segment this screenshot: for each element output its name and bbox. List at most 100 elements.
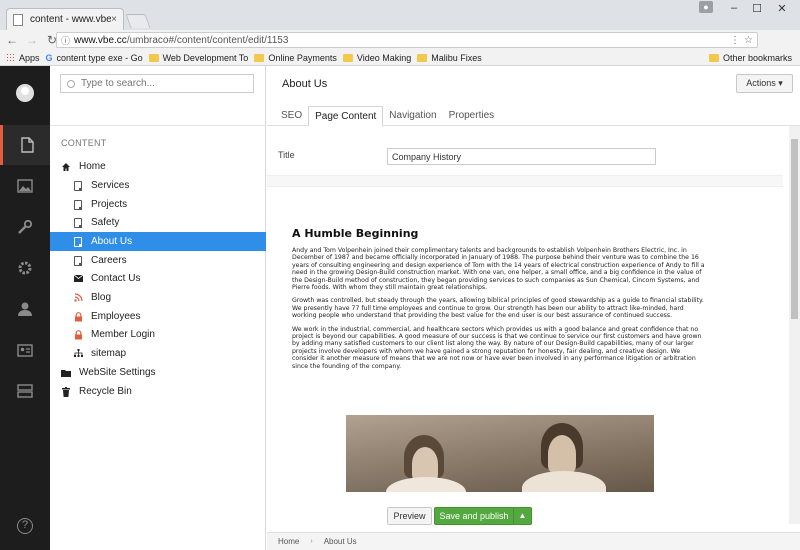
- bookmark-online-payments[interactable]: Online Payments: [254, 53, 337, 63]
- tree-node-label: Contact Us: [91, 273, 141, 284]
- tree-node-label: Home: [79, 161, 106, 172]
- save-and-publish-label: Save and publish: [439, 511, 509, 521]
- caret-up-icon[interactable]: ▲: [513, 508, 531, 524]
- user-avatar[interactable]: [16, 84, 34, 102]
- forms-section-icon[interactable]: [0, 371, 50, 411]
- tree-node-about-us[interactable]: About Us: [50, 232, 266, 251]
- tree-node-label: Member Login: [91, 329, 155, 340]
- bookmark-other[interactable]: Other bookmarks: [708, 53, 792, 63]
- folder-icon: [148, 53, 159, 62]
- breadcrumb-current[interactable]: About Us: [324, 537, 357, 546]
- tree-node-label: Recycle Bin: [79, 386, 132, 397]
- tab-close-icon[interactable]: ×: [111, 14, 117, 25]
- bookmark-video-making[interactable]: Video Making: [342, 53, 411, 63]
- tree-node-employees[interactable]: Employees: [50, 307, 266, 326]
- tab-properties[interactable]: Properties: [443, 106, 501, 126]
- minimize-button[interactable]: –: [725, 2, 743, 14]
- lock-icon: [73, 311, 83, 322]
- breadcrumb-home[interactable]: Home: [278, 537, 299, 546]
- tab-seo[interactable]: SEO: [275, 106, 308, 126]
- new-tab-button[interactable]: [125, 14, 151, 28]
- settings-wrench-icon[interactable]: [0, 207, 50, 247]
- page-title[interactable]: About Us: [282, 78, 327, 90]
- page-favicon-icon: [13, 13, 23, 26]
- bookmark-content-type[interactable]: Gcontent type exe - Go: [46, 53, 143, 63]
- tree-node-label: Blog: [91, 292, 112, 303]
- tab-page-content[interactable]: Page Content: [308, 106, 384, 127]
- bookmarks-bar: Apps Gcontent type exe - Go Web Developm…: [0, 50, 800, 66]
- browser-tab-title: content - www.vbe.cc: [30, 14, 112, 25]
- tree-search[interactable]: [60, 74, 254, 93]
- preview-button[interactable]: Preview: [387, 507, 432, 525]
- media-section-icon[interactable]: [0, 166, 50, 206]
- bookmark-malibu-fixes[interactable]: Malibu Fixes: [417, 53, 482, 63]
- tree-node-services[interactable]: Services: [50, 176, 266, 195]
- editor-scrollbar-thumb[interactable]: [791, 139, 798, 319]
- bookmark-apps[interactable]: Apps: [6, 53, 40, 63]
- folder-icon: [61, 367, 71, 378]
- address-bar-row: ← → ↻ ⓘ www.vbe.cc/umbraco#/content/cont…: [0, 30, 800, 75]
- umbraco-app: ? CONTENT Home Services Projects Safety …: [0, 66, 800, 550]
- browser-tabstrip: content - www.vbe.cc × ● – ☐ ✕: [0, 0, 800, 30]
- maximize-button[interactable]: ☐: [748, 2, 766, 15]
- folder-icon: [254, 53, 265, 62]
- tree-node-recycle-bin[interactable]: Recycle Bin: [50, 382, 266, 401]
- title-field[interactable]: [387, 148, 656, 165]
- rich-text-editor[interactable]: A Humble Beginning Andy and Tom Volpenhe…: [267, 187, 783, 492]
- help-icon[interactable]: ?: [17, 518, 33, 534]
- document-icon: [73, 255, 83, 266]
- back-icon[interactable]: ←: [4, 33, 20, 47]
- developer-gear-icon[interactable]: [0, 248, 50, 288]
- rss-icon: [73, 292, 83, 303]
- tree-divider: [50, 125, 266, 126]
- tree-node-careers[interactable]: Careers: [50, 251, 266, 270]
- url-text: www.vbe.cc/umbraco#/content/content/edit…: [74, 35, 730, 46]
- breadcrumb: Home › About Us: [267, 532, 800, 550]
- folder-icon: [417, 53, 428, 62]
- tab-navigation[interactable]: Navigation: [383, 106, 442, 126]
- section-title: CONTENT: [61, 138, 107, 148]
- rich-text-toolbar[interactable]: [267, 175, 783, 187]
- tree-node-label: Employees: [91, 311, 141, 322]
- content-paragraph: Growth was controlled, but steady throug…: [292, 297, 704, 320]
- content-paragraph: We work in the industrial, commercial, a…: [292, 325, 702, 370]
- apps-icon: [6, 53, 15, 62]
- content-paragraph: Andy and Tom Volpenhein joined their com…: [292, 247, 705, 292]
- forward-icon[interactable]: →: [24, 33, 40, 47]
- info-icon[interactable]: ⓘ: [61, 34, 70, 47]
- tree-node-label: Services: [91, 180, 130, 191]
- bookmark-web-development[interactable]: Web Development To: [148, 53, 248, 63]
- search-input[interactable]: [81, 78, 241, 89]
- close-window-button[interactable]: ✕: [773, 2, 791, 15]
- tree-node-sitemap[interactable]: sitemap: [50, 344, 266, 363]
- profile-icon[interactable]: ●: [699, 1, 713, 13]
- actions-button[interactable]: Actions ▾: [736, 74, 793, 93]
- tree-node-contact-us[interactable]: Contact Us: [50, 269, 266, 288]
- users-section-icon[interactable]: [0, 289, 50, 329]
- browser-tab[interactable]: content - www.vbe.cc ×: [6, 8, 124, 30]
- google-icon: G: [45, 52, 53, 63]
- tree-node-label: Careers: [91, 255, 127, 266]
- tree-node-label: About Us: [91, 236, 133, 247]
- tree-node-blog[interactable]: Blog: [50, 288, 266, 307]
- tree-node-label: Safety: [91, 217, 120, 228]
- page-action-icon[interactable]: ⋮: [730, 35, 740, 46]
- tree-node-projects[interactable]: Projects: [50, 195, 266, 214]
- star-icon[interactable]: ☆: [744, 35, 753, 46]
- content-section-icon[interactable]: [0, 125, 50, 165]
- envelope-icon: [73, 273, 83, 284]
- search-icon: [67, 79, 75, 88]
- trash-icon: [61, 386, 71, 397]
- url-input[interactable]: ⓘ www.vbe.cc/umbraco#/content/content/ed…: [56, 32, 758, 48]
- tree-node-label: WebSite Settings: [79, 367, 156, 378]
- document-icon: [73, 217, 83, 228]
- rich-text-content: A Humble Beginning Andy and Tom Volpenhe…: [292, 227, 707, 376]
- members-section-icon[interactable]: [0, 330, 50, 370]
- tree-node-safety[interactable]: Safety: [50, 213, 266, 232]
- tree-node-home[interactable]: Home: [50, 157, 266, 176]
- tree-node-website-settings[interactable]: WebSite Settings: [50, 363, 266, 382]
- save-and-publish-button[interactable]: Save and publish ▲: [434, 507, 532, 525]
- tree-node-member-login[interactable]: Member Login: [50, 325, 266, 344]
- sitemap-icon: [73, 348, 83, 359]
- founders-photo: [346, 415, 654, 492]
